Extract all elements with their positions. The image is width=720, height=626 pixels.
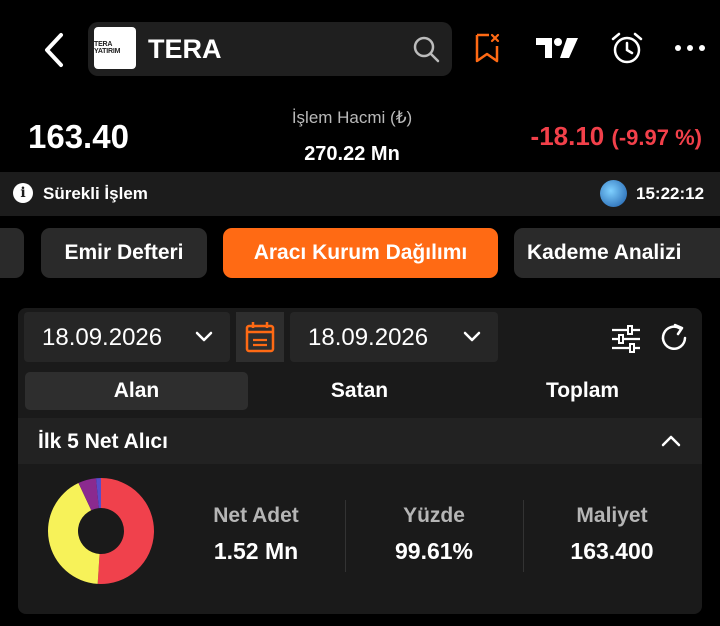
top-net-buyers-header[interactable]: İlk 5 Net Alıcı	[18, 418, 702, 464]
stat-divider	[523, 500, 524, 572]
info-icon[interactable]: i	[13, 183, 33, 203]
tradingview-chart-button[interactable]	[534, 30, 580, 66]
donut-slice[interactable]	[97, 478, 155, 584]
percent-value: 99.61%	[394, 538, 473, 564]
company-logo: TERA YATIRIM	[94, 27, 136, 69]
broker-distribution-card: 18.09.2026 18.09.2026 Alan Satan Toplam …	[18, 308, 702, 614]
chevron-up-icon[interactable]	[660, 432, 682, 450]
session-status-bar: i Sürekli İşlem 15:22:12	[0, 172, 720, 216]
volume-value: 270.22 Mn	[304, 143, 400, 165]
chevron-down-icon	[463, 331, 481, 342]
cost-stat: Maliyet 163.400	[547, 504, 677, 565]
cost-label: Maliyet	[576, 504, 648, 527]
back-button[interactable]	[36, 30, 72, 70]
calendar-button[interactable]	[236, 312, 284, 362]
tab-level-analysis[interactable]: Kademe Analizi	[514, 228, 720, 278]
last-price: 163.40	[28, 118, 129, 155]
segment-total[interactable]: Toplam	[471, 372, 694, 410]
net-quantity-value: 1.52 Mn	[213, 538, 299, 564]
data-source-icon	[600, 180, 627, 207]
last-update-time: 15:22:12	[636, 184, 705, 203]
chevron-left-icon	[45, 33, 63, 67]
search-icon[interactable]	[412, 35, 440, 63]
header: TERA YATIRIM TERA	[0, 0, 720, 100]
cost-value: 163.400	[570, 538, 654, 564]
tradingview-icon	[536, 38, 578, 58]
change-value: -18.10	[530, 121, 605, 151]
analysis-tabs: Emir Defteri Aracı Kurum Dağılımı Kademe…	[0, 228, 720, 280]
segment-sellers[interactable]: Satan	[248, 372, 471, 410]
start-date-value: 18.09.2026	[42, 324, 163, 351]
net-quantity-stat: Net Adet 1.52 Mn	[196, 504, 316, 565]
volume-label: İşlem Hacmi (₺)	[291, 108, 413, 127]
session-status: Sürekli İşlem	[43, 184, 148, 203]
start-date-select[interactable]: 18.09.2026	[24, 312, 230, 362]
more-options-button[interactable]	[672, 30, 708, 66]
refresh-icon[interactable]	[658, 322, 690, 354]
percent-stat: Yüzde 99.61%	[374, 504, 494, 565]
calendar-icon	[245, 322, 275, 353]
symbol-search-box[interactable]: TERA YATIRIM TERA	[88, 22, 452, 76]
segment-buyers[interactable]: Alan	[25, 372, 248, 410]
watchlist-remove-button[interactable]	[469, 30, 505, 66]
alarm-clock-icon	[611, 32, 643, 64]
ticker-symbol: TERA	[148, 34, 222, 64]
section-title: İlk 5 Net Alıcı	[38, 430, 168, 453]
tab-broker-distribution[interactable]: Aracı Kurum Dağılımı	[223, 228, 498, 278]
change-percent: (-9.97 %)	[611, 125, 702, 150]
percent-label: Yüzde	[403, 504, 465, 527]
end-date-value: 18.09.2026	[308, 324, 429, 351]
filter-sliders-icon[interactable]	[610, 324, 642, 354]
price-change: -18.10 (-9.97 %)	[531, 121, 702, 152]
net-quantity-label: Net Adet	[213, 504, 299, 527]
stat-divider	[345, 500, 346, 572]
chevron-down-icon	[195, 331, 213, 342]
end-date-select[interactable]: 18.09.2026	[290, 312, 498, 362]
more-dots-icon	[675, 45, 705, 51]
tab-order-book[interactable]: Emir Defteri	[41, 228, 207, 278]
price-alarm-button[interactable]	[609, 30, 645, 66]
tab-previous-partial[interactable]	[0, 228, 24, 278]
bookmark-x-icon	[475, 33, 500, 63]
distribution-donut-chart[interactable]	[46, 476, 156, 586]
